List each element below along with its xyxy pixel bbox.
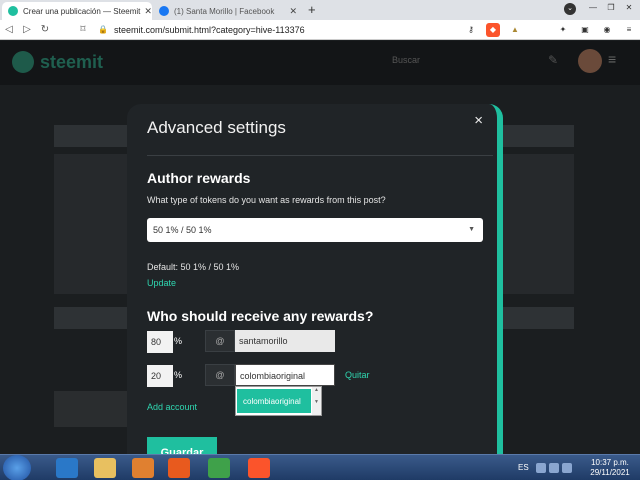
steemit-favicon-icon <box>8 6 18 16</box>
save-button[interactable]: Guardar <box>147 437 217 454</box>
volume-icon[interactable] <box>562 463 572 473</box>
restore-icon[interactable]: ❐ <box>604 2 618 14</box>
percent-input[interactable]: 80 <box>147 331 173 353</box>
system-tray <box>536 463 572 473</box>
new-tab-button[interactable]: + <box>308 2 316 17</box>
key-icon[interactable]: ⚷ <box>464 23 478 37</box>
media-player-icon[interactable] <box>132 458 154 478</box>
clock-time: 10:37 p.m. <box>591 458 629 467</box>
language-indicator[interactable]: ES <box>518 463 529 472</box>
chevron-down-icon: ▼ <box>468 226 475 233</box>
autocomplete-option[interactable]: colombiaoriginal <box>237 389 311 413</box>
steemit-logo[interactable]: steemit <box>12 51 103 73</box>
dropdown-scrollbar[interactable]: ▲ ▼ <box>312 387 321 415</box>
author-rewards-heading: Author rewards <box>147 170 251 186</box>
at-prefix: @ <box>205 330 235 352</box>
close-icon[interactable]: × <box>474 112 483 129</box>
clock[interactable]: 10:37 p.m. 29/11/2021 <box>584 458 636 478</box>
account-autocomplete: colombiaoriginal ▲ ▼ <box>235 386 322 416</box>
back-icon[interactable]: ◁ <box>0 21 18 39</box>
divider <box>147 155 493 156</box>
browser-tab-bar: Crear una publicación — Steemit ✕ (1) Sa… <box>0 0 640 20</box>
url-text: steemit.com/submit.html?category=hive-11… <box>113 24 305 35</box>
percent-sign: % <box>174 336 183 346</box>
default-rewards-text: Default: 50 1% / 50 1% <box>147 262 240 272</box>
chrome-icon[interactable] <box>208 458 230 478</box>
rewards-select[interactable]: 50 1% / 50 1% ▼ <box>147 218 483 242</box>
preview-panel <box>54 391 134 427</box>
network-icon[interactable] <box>549 463 559 473</box>
menu-icon[interactable]: ≡ <box>622 23 636 37</box>
facebook-favicon-icon <box>159 6 169 16</box>
modal-title: Advanced settings <box>147 118 286 137</box>
percent-input[interactable]: 20 <box>147 365 173 387</box>
close-tab-icon[interactable]: ✕ <box>140 6 152 17</box>
brave-icon[interactable] <box>248 458 270 478</box>
window-controls: — ❐ ✕ <box>586 2 636 14</box>
reload-icon[interactable]: ↻ <box>36 21 54 39</box>
steemit-logo-icon <box>12 51 34 73</box>
address-bar[interactable]: ⌑ 🔒 steemit.com/submit.html?category=hiv… <box>74 22 460 38</box>
tray-icon[interactable] <box>536 463 546 473</box>
ie-icon[interactable] <box>56 458 78 478</box>
tab-title: Crear una publicación — Steemit <box>23 6 141 16</box>
lock-icon: 🔒 <box>98 25 108 34</box>
minimize-icon[interactable]: — <box>586 2 600 14</box>
brave-rewards-icon[interactable]: ▲ <box>508 23 522 37</box>
firefox-icon[interactable] <box>168 458 190 478</box>
clock-date: 29/11/2021 <box>590 468 630 477</box>
update-link[interactable]: Update <box>147 278 176 288</box>
add-account-link[interactable]: Add account <box>147 402 197 412</box>
rewards-select-value: 50 1% / 50 1% <box>153 225 212 235</box>
close-tab-icon[interactable]: ✕ <box>285 6 297 17</box>
tab-steemit[interactable]: Crear una publicación — Steemit ✕ <box>2 2 152 20</box>
profile-icon[interactable]: ◉ <box>600 23 614 37</box>
wallet-icon[interactable]: ▣ <box>578 23 592 37</box>
hamburger-icon[interactable]: ≡ <box>608 51 616 67</box>
extensions-icon[interactable]: ✦ <box>556 23 570 37</box>
account-input[interactable]: colombiaoriginal <box>235 364 335 386</box>
search-input[interactable]: Buscar <box>384 51 524 71</box>
at-prefix: @ <box>205 364 235 386</box>
account-input[interactable]: santamorillo <box>235 330 335 352</box>
tab-facebook[interactable]: (1) Santa Morillo | Facebook ✕ <box>153 2 303 20</box>
beneficiaries-heading: Who should receive any rewards? <box>147 308 374 324</box>
start-button[interactable] <box>3 455 31 480</box>
percent-sign: % <box>174 370 183 380</box>
windows-taskbar: ES 10:37 p.m. 29/11/2021 <box>0 454 640 480</box>
brave-shield-icon[interactable]: ◆ <box>486 22 500 37</box>
browser-toolbar: ◁ ▷ ↻ ⌑ 🔒 steemit.com/submit.html?catego… <box>0 20 640 40</box>
tab-search-icon[interactable]: ⌄ <box>564 3 576 15</box>
remove-beneficiary-link[interactable]: Quitar <box>345 370 370 380</box>
close-window-icon[interactable]: ✕ <box>622 2 636 14</box>
pencil-icon[interactable]: ✎ <box>548 53 558 67</box>
bookmark-icon[interactable]: ⌑ <box>74 21 92 39</box>
avatar[interactable] <box>578 49 602 73</box>
tab-title: (1) Santa Morillo | Facebook <box>174 6 275 16</box>
forward-icon[interactable]: ▷ <box>18 21 36 39</box>
folder-icon[interactable] <box>94 458 116 478</box>
rewards-question: What type of tokens do you want as rewar… <box>147 195 386 205</box>
site-header: steemit Buscar ✎ ≡ <box>0 41 640 85</box>
